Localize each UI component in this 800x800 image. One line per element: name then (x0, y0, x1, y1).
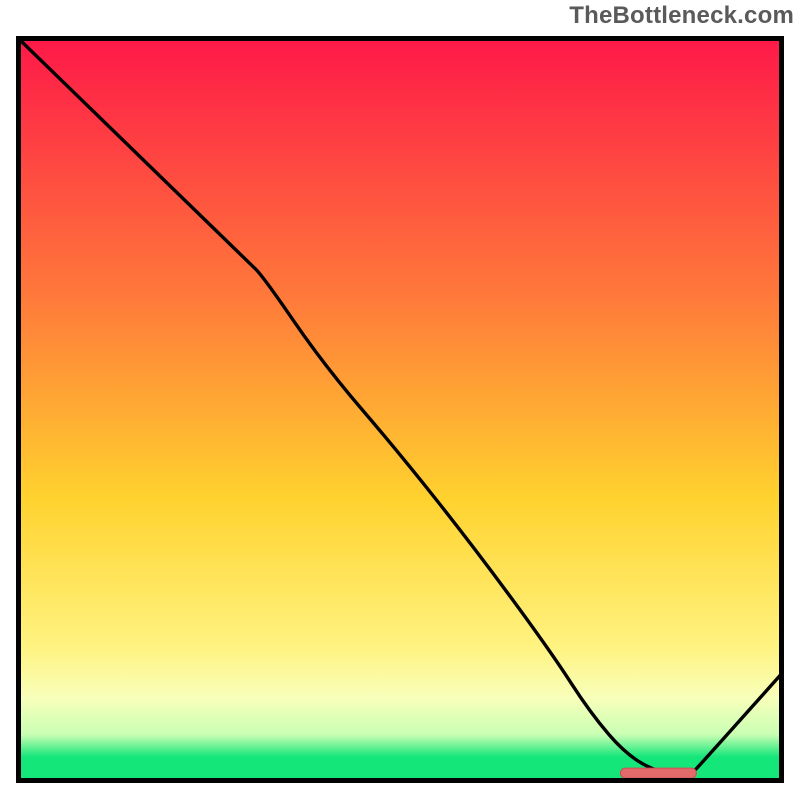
attribution-label: TheBottleneck.com (569, 2, 794, 30)
optimal-marker (620, 768, 696, 778)
chart-svg (16, 36, 784, 783)
page-root: TheBottleneck.com (0, 0, 800, 800)
bottleneck-chart (16, 36, 784, 783)
